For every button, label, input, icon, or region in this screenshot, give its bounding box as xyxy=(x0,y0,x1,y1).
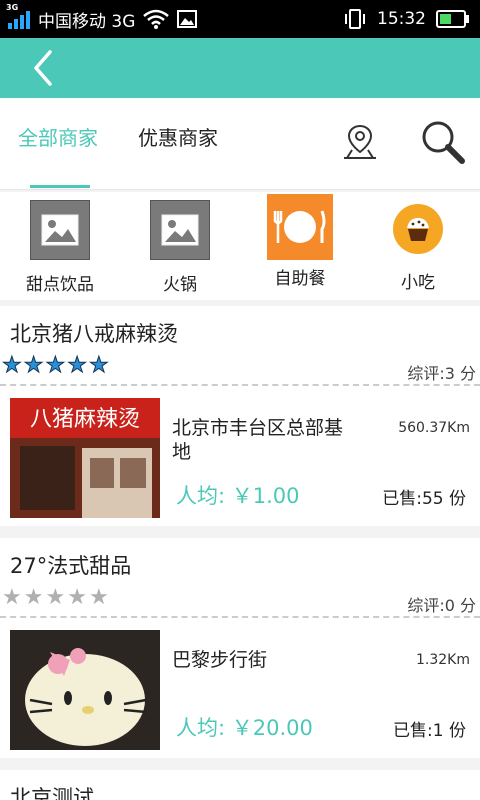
carrier-label: 中国移动 3G xyxy=(38,11,136,32)
category-label: 火锅 xyxy=(163,275,197,295)
star-filled-icon: ★ xyxy=(2,353,23,378)
back-button[interactable] xyxy=(24,48,64,88)
search-button[interactable] xyxy=(418,118,468,168)
thumbnail-sign-text: 八猪麻辣烫 xyxy=(30,407,140,432)
rating-stars: ★ ★ ★ ★ ★ xyxy=(2,586,109,610)
star-empty-icon: ★ xyxy=(2,585,22,610)
shop-address: 北京市丰台区总部基地 xyxy=(172,417,344,463)
divider xyxy=(0,384,480,386)
shop-name: 北京猪八戒麻辣烫 xyxy=(10,322,178,346)
status-bar: 3G 中国移动 3G 15:32 xyxy=(0,0,480,38)
star-empty-icon: ★ xyxy=(88,585,109,610)
shop-distance: 1.32Km xyxy=(416,652,470,668)
star-filled-icon: ★ xyxy=(67,353,88,378)
shop-name: 北京测试 xyxy=(10,786,94,800)
vibrate-icon xyxy=(345,9,365,29)
category-desserts[interactable]: 甜点饮品 xyxy=(12,200,108,295)
shop-card[interactable]: 北京猪八戒麻辣烫 ★ ★ ★ ★ ★ 综评:3 分 八猪麻辣烫 北京市丰台区总部… xyxy=(0,306,480,526)
divider xyxy=(0,616,480,618)
category-buffet[interactable]: 自助餐 xyxy=(252,194,348,289)
shop-card[interactable]: 北京测试 xyxy=(0,770,480,800)
location-button[interactable] xyxy=(340,122,380,162)
category-label: 小吃 xyxy=(401,273,435,293)
signal-strength-icon: 3G xyxy=(6,3,30,29)
back-chevron-icon xyxy=(34,50,52,86)
sold-count: 已售:1 份 xyxy=(393,721,466,741)
category-snacks[interactable]: 小吃 xyxy=(370,200,466,293)
category-hotpot[interactable]: 火锅 xyxy=(132,200,228,295)
overall-score: 综评:0 分 xyxy=(407,596,476,615)
network-type: 3G xyxy=(6,3,19,12)
shop-thumbnail: 八猪麻辣烫 xyxy=(10,398,160,518)
shop-card[interactable]: 27°法式甜品 ★ ★ ★ ★ ★ 综评:0 分 巴黎步行街 1.32Km 人均… xyxy=(0,538,480,758)
star-filled-icon: ★ xyxy=(45,353,66,378)
star-filled-icon: ★ xyxy=(23,353,44,378)
image-placeholder-icon xyxy=(150,200,210,260)
overall-score: 综评:3 分 xyxy=(407,364,476,383)
rating-stars: ★ ★ ★ ★ ★ xyxy=(2,353,110,378)
shop-distance: 560.37Km xyxy=(398,420,470,436)
star-empty-icon: ★ xyxy=(67,585,87,610)
category-label: 自助餐 xyxy=(274,269,326,289)
image-notification-icon xyxy=(177,10,198,28)
search-icon xyxy=(422,121,465,164)
category-row: 甜点饮品 火锅 自助餐 小吃 xyxy=(0,192,480,300)
avg-price: 人均: ￥1.00 xyxy=(176,484,300,508)
active-tab-indicator xyxy=(30,185,90,188)
merchant-tabs: 全部商家 优惠商家 xyxy=(0,98,480,190)
location-pin-icon xyxy=(344,124,376,159)
battery-icon xyxy=(436,10,469,28)
tab-all-merchants[interactable]: 全部商家 xyxy=(18,122,98,151)
avg-price: 人均: ￥20.00 xyxy=(176,716,313,740)
category-label: 甜点饮品 xyxy=(26,275,94,295)
star-empty-icon: ★ xyxy=(45,585,66,610)
shop-address: 巴黎步行街 xyxy=(172,649,268,671)
image-placeholder-icon xyxy=(30,200,90,260)
cupcake-icon xyxy=(393,204,443,254)
star-empty-icon: ★ xyxy=(23,585,44,610)
top-app-bar xyxy=(0,38,480,98)
plate-fork-knife-icon xyxy=(267,194,333,260)
wifi-icon xyxy=(143,9,170,29)
clock: 15:32 xyxy=(377,9,426,29)
shop-name: 27°法式甜品 xyxy=(10,554,132,578)
tab-promo-merchants[interactable]: 优惠商家 xyxy=(138,122,218,151)
sold-count: 已售:55 份 xyxy=(382,489,466,509)
star-filled-icon: ★ xyxy=(88,353,109,378)
shop-thumbnail xyxy=(10,630,160,750)
